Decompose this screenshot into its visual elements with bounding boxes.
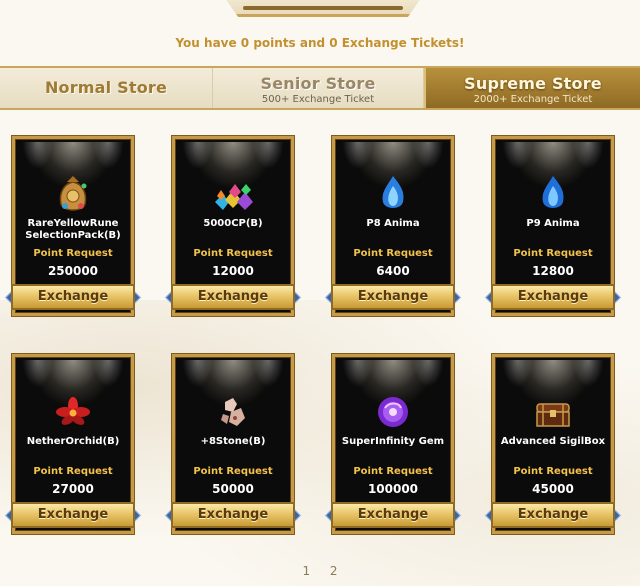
tab-title: Normal Store xyxy=(44,78,168,97)
store-item-card: Advanced SigilBox Point Request 45000 Ex… xyxy=(485,354,621,534)
point-cost: 27000 xyxy=(52,482,94,496)
blue-flame-icon xyxy=(382,176,404,208)
points-summary: You have 0 points and 0 Exchange Tickets… xyxy=(175,36,465,50)
pagination: 1 2 xyxy=(0,564,640,578)
tab-supreme-store[interactable]: Supreme Store 2000+ Exchange Ticket xyxy=(424,68,640,108)
point-request-label: Point Request xyxy=(193,248,273,259)
exchange-button[interactable]: Exchange xyxy=(331,502,455,528)
red-flower-icon xyxy=(56,397,90,425)
rune-bag-icon xyxy=(59,176,87,211)
item-name: P8 Anima xyxy=(366,218,420,229)
point-request-label: Point Request xyxy=(353,466,433,477)
blue-flame-icon xyxy=(542,176,564,208)
item-name: P9 Anima xyxy=(526,218,580,229)
point-request-label: Point Request xyxy=(513,466,593,477)
store-item-card: 5000CP(B) Point Request 12000 Exchange xyxy=(165,136,301,316)
exchange-button[interactable]: Exchange xyxy=(331,284,455,310)
tab-subtitle: 2000+ Exchange Ticket xyxy=(473,94,593,105)
exchange-button[interactable]: Exchange xyxy=(11,502,135,528)
point-cost: 6400 xyxy=(376,264,410,278)
store-item-card: P9 Anima Point Request 12800 Exchange xyxy=(485,136,621,316)
item-name: Advanced SigilBox xyxy=(500,436,606,447)
point-request-label: Point Request xyxy=(193,466,273,477)
store-tabs: Normal Store Senior Store 500+ Exchange … xyxy=(0,66,640,110)
point-cost: 12000 xyxy=(212,264,254,278)
tab-subtitle: 500+ Exchange Ticket xyxy=(261,94,375,105)
point-cost: 100000 xyxy=(367,482,419,496)
item-name: +8Stone(B) xyxy=(200,436,266,447)
chest-icon xyxy=(536,403,570,427)
point-request-label: Point Request xyxy=(33,466,113,477)
point-request-label: Point Request xyxy=(33,248,113,259)
store-item-card: P8 Anima Point Request 6400 Exchange xyxy=(325,136,461,316)
point-request-label: Point Request xyxy=(353,248,433,259)
exchange-button[interactable]: Exchange xyxy=(171,284,295,310)
exchange-button[interactable]: Exchange xyxy=(171,502,295,528)
purple-gem-icon xyxy=(378,397,408,427)
store-item-card: SuperInfinity Gem Point Request 100000 E… xyxy=(325,354,461,534)
gems-pile-icon xyxy=(215,184,253,210)
point-cost: 45000 xyxy=(532,482,574,496)
point-cost: 50000 xyxy=(212,482,254,496)
top-banner-bar xyxy=(243,6,403,10)
exchange-button[interactable]: Exchange xyxy=(11,284,135,310)
item-name: RareYellowRune SelectionPack(B) xyxy=(25,218,121,241)
store-item-card: NetherOrchid(B) Point Request 27000 Exch… xyxy=(5,354,141,534)
item-name: SuperInfinity Gem xyxy=(341,436,445,447)
page-link-1[interactable]: 1 xyxy=(302,564,310,578)
stone-icon xyxy=(221,398,245,426)
exchange-button[interactable]: Exchange xyxy=(491,502,615,528)
tab-senior-store[interactable]: Senior Store 500+ Exchange Ticket xyxy=(212,68,424,108)
point-cost: 250000 xyxy=(47,264,99,278)
store-item-card: RareYellowRune SelectionPack(B) Point Re… xyxy=(5,136,141,316)
exchange-button[interactable]: Exchange xyxy=(491,284,615,310)
top-banner-ornament xyxy=(222,0,424,17)
tab-title: Supreme Store xyxy=(464,74,602,93)
store-item-card: +8Stone(B) Point Request 50000 Exchange xyxy=(165,354,301,534)
point-request-label: Point Request xyxy=(513,248,593,259)
tab-normal-store[interactable]: Normal Store xyxy=(0,68,212,108)
item-name: 5000CP(B) xyxy=(203,218,263,229)
point-cost: 12800 xyxy=(532,264,574,278)
item-name: NetherOrchid(B) xyxy=(26,436,120,447)
tab-title: Senior Store xyxy=(260,74,376,93)
page-link-2[interactable]: 2 xyxy=(330,564,338,578)
